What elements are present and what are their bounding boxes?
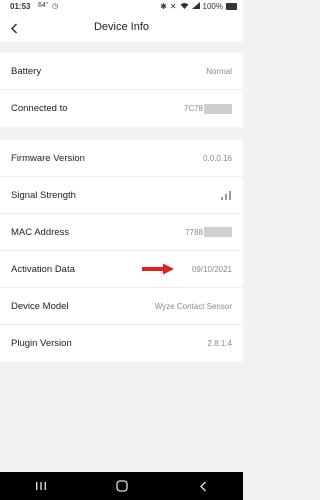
cell-signal-icon	[191, 2, 200, 11]
row-value-container: 7788	[185, 227, 232, 237]
row-value-container: 7C78	[183, 103, 232, 114]
recent-apps-icon	[35, 482, 46, 490]
system-nav-bar	[0, 472, 243, 500]
signal-strength-icon	[221, 190, 231, 200]
row-value: 2.8.1.4	[207, 339, 232, 348]
status-bar: 01:53 64° ◷ ✱ ✕ 100%	[0, 0, 243, 14]
row-value: Wyze Contact Sensor	[154, 301, 232, 311]
row-plugin-version: Plugin Version 2.8.1.4	[0, 325, 243, 362]
wifi-icon	[180, 2, 189, 11]
row-value: 7788	[185, 227, 203, 237]
battery-percent: 100%	[202, 2, 223, 11]
row-value: 09/10/2021	[191, 264, 232, 274]
row-signal-strength: Signal Strength	[0, 177, 243, 214]
battery-icon	[226, 3, 237, 10]
row-label: Signal Strength	[11, 189, 76, 201]
row-label: Activation Data	[11, 263, 75, 275]
row-connected-to: Connected to 7C78	[0, 90, 243, 127]
row-label: Battery	[11, 65, 42, 77]
row-label: Device Model	[11, 300, 69, 312]
row-firmware-version: Firmware Version 0.0.0.16	[0, 140, 243, 177]
recent-apps-button[interactable]	[26, 476, 56, 496]
red-arrow-icon	[142, 263, 174, 275]
back-nav-icon	[199, 481, 206, 491]
status-temperature: 64°	[38, 2, 49, 9]
back-nav-button[interactable]	[188, 476, 218, 496]
status-time: 01:53	[10, 2, 31, 11]
redacted-block	[204, 227, 232, 237]
page-title: Device Info	[93, 21, 150, 33]
home-icon	[115, 480, 128, 492]
row-value: 7C78	[183, 104, 203, 113]
row-device-model: Device Model Wyze Contact Sensor	[0, 288, 243, 325]
status-right-icons: ✱ ✕ 100%	[160, 2, 237, 11]
bluetooth-icon: ✱	[160, 2, 167, 11]
home-button[interactable]	[107, 476, 137, 496]
row-label: Connected to	[11, 103, 68, 114]
row-value: 0.0.0.16	[203, 153, 232, 163]
clock-icon: ◷	[52, 3, 59, 10]
info-group-2: Firmware Version 0.0.0.16 Signal Strengt…	[0, 140, 243, 362]
row-battery: Battery Normal	[0, 53, 243, 90]
row-label: MAC Address	[11, 226, 70, 238]
row-activation-data: Activation Data 09/10/2021	[0, 251, 243, 288]
row-value: Normal	[206, 66, 232, 76]
row-mac-address: MAC Address 7788	[0, 214, 243, 251]
row-label: Firmware Version	[11, 152, 85, 164]
app-header: Device Info	[0, 14, 243, 42]
row-label: Plugin Version	[11, 338, 72, 349]
mute-icon: ✕	[169, 2, 177, 11]
redacted-block	[204, 103, 232, 114]
info-group-1: Battery Normal Connected to 7C78	[0, 53, 243, 127]
